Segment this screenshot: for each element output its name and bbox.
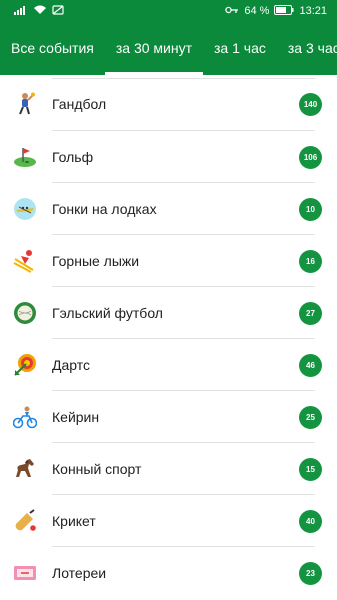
darts-icon — [13, 353, 37, 377]
time-filter-tabs: Все события за 30 минут за 1 час за 3 ча… — [0, 22, 337, 75]
muted-icon — [52, 4, 64, 18]
tab-1-hour[interactable]: за 1 час — [203, 22, 277, 75]
status-left — [14, 4, 64, 18]
event-count-badge: 23 — [299, 561, 322, 585]
sport-row-golf[interactable]: Гольф 106 — [0, 131, 337, 183]
event-count-badge: 106 — [299, 145, 322, 169]
event-count-badge: 140 — [299, 92, 322, 116]
sport-name: Кейрин — [52, 409, 100, 425]
sport-name: Гольф — [52, 149, 94, 165]
sport-row-darts[interactable]: Дартс 46 — [0, 339, 337, 391]
tab-all-events[interactable]: Все события — [0, 22, 105, 75]
sport-name: Дартс — [52, 357, 91, 373]
sport-row-horse-racing[interactable]: Конный спорт 15 — [0, 443, 337, 495]
status-bar: 64 % 13:21 — [0, 0, 337, 22]
event-count-badge: 46 — [299, 353, 322, 377]
battery-icon — [274, 4, 294, 18]
clock: 13:21 — [299, 5, 327, 17]
sport-row-handball[interactable]: Гандбол 140 — [0, 78, 337, 130]
sports-list: Гандбол 140 Гольф 106 Гонки на лодках 10… — [0, 75, 337, 600]
horse-icon — [13, 457, 37, 481]
sport-row-keirin[interactable]: Кейрин 25 — [0, 391, 337, 443]
event-count-badge: 16 — [299, 249, 322, 273]
lottery-icon — [13, 561, 37, 585]
signal-icon — [14, 5, 28, 18]
event-count-badge: 40 — [299, 509, 322, 533]
sport-name: Гонки на лодках — [52, 201, 157, 217]
key-icon — [225, 5, 239, 17]
event-count-badge: 27 — [299, 301, 322, 325]
sport-row-gaelic-football[interactable]: Гэльский футбол 27 — [0, 287, 337, 339]
gaelic-football-icon — [13, 301, 37, 325]
sport-name: Гэльский футбол — [52, 305, 163, 321]
ski-icon — [13, 249, 37, 273]
battery-percent: 64 % — [244, 5, 270, 17]
golf-icon — [13, 145, 37, 169]
sport-name: Горные лыжи — [52, 253, 140, 269]
sport-row-boat-racing[interactable]: Гонки на лодках 10 — [0, 183, 337, 235]
boat-icon — [13, 197, 37, 221]
wifi-icon — [33, 5, 47, 18]
tab-3-hours[interactable]: за 3 часа — [277, 22, 337, 75]
sport-name: Лотереи — [52, 565, 107, 581]
event-count-badge: 10 — [299, 197, 322, 221]
keirin-icon — [13, 405, 37, 429]
sport-name: Гандбол — [52, 96, 107, 112]
event-count-badge: 15 — [299, 457, 322, 481]
sport-name: Конный спорт — [52, 461, 142, 477]
sport-row-cricket[interactable]: Крикет 40 — [0, 495, 337, 547]
sport-row-lottery[interactable]: Лотереи 23 — [0, 547, 337, 599]
sport-name: Крикет — [52, 513, 96, 529]
cricket-icon — [13, 509, 37, 533]
tab-30-minutes[interactable]: за 30 минут — [104, 22, 204, 75]
handball-icon — [13, 92, 37, 116]
sport-row-alpine-skiing[interactable]: Горные лыжи 16 — [0, 235, 337, 287]
status-right: 64 % 13:21 — [225, 4, 327, 18]
event-count-badge: 25 — [299, 405, 322, 429]
